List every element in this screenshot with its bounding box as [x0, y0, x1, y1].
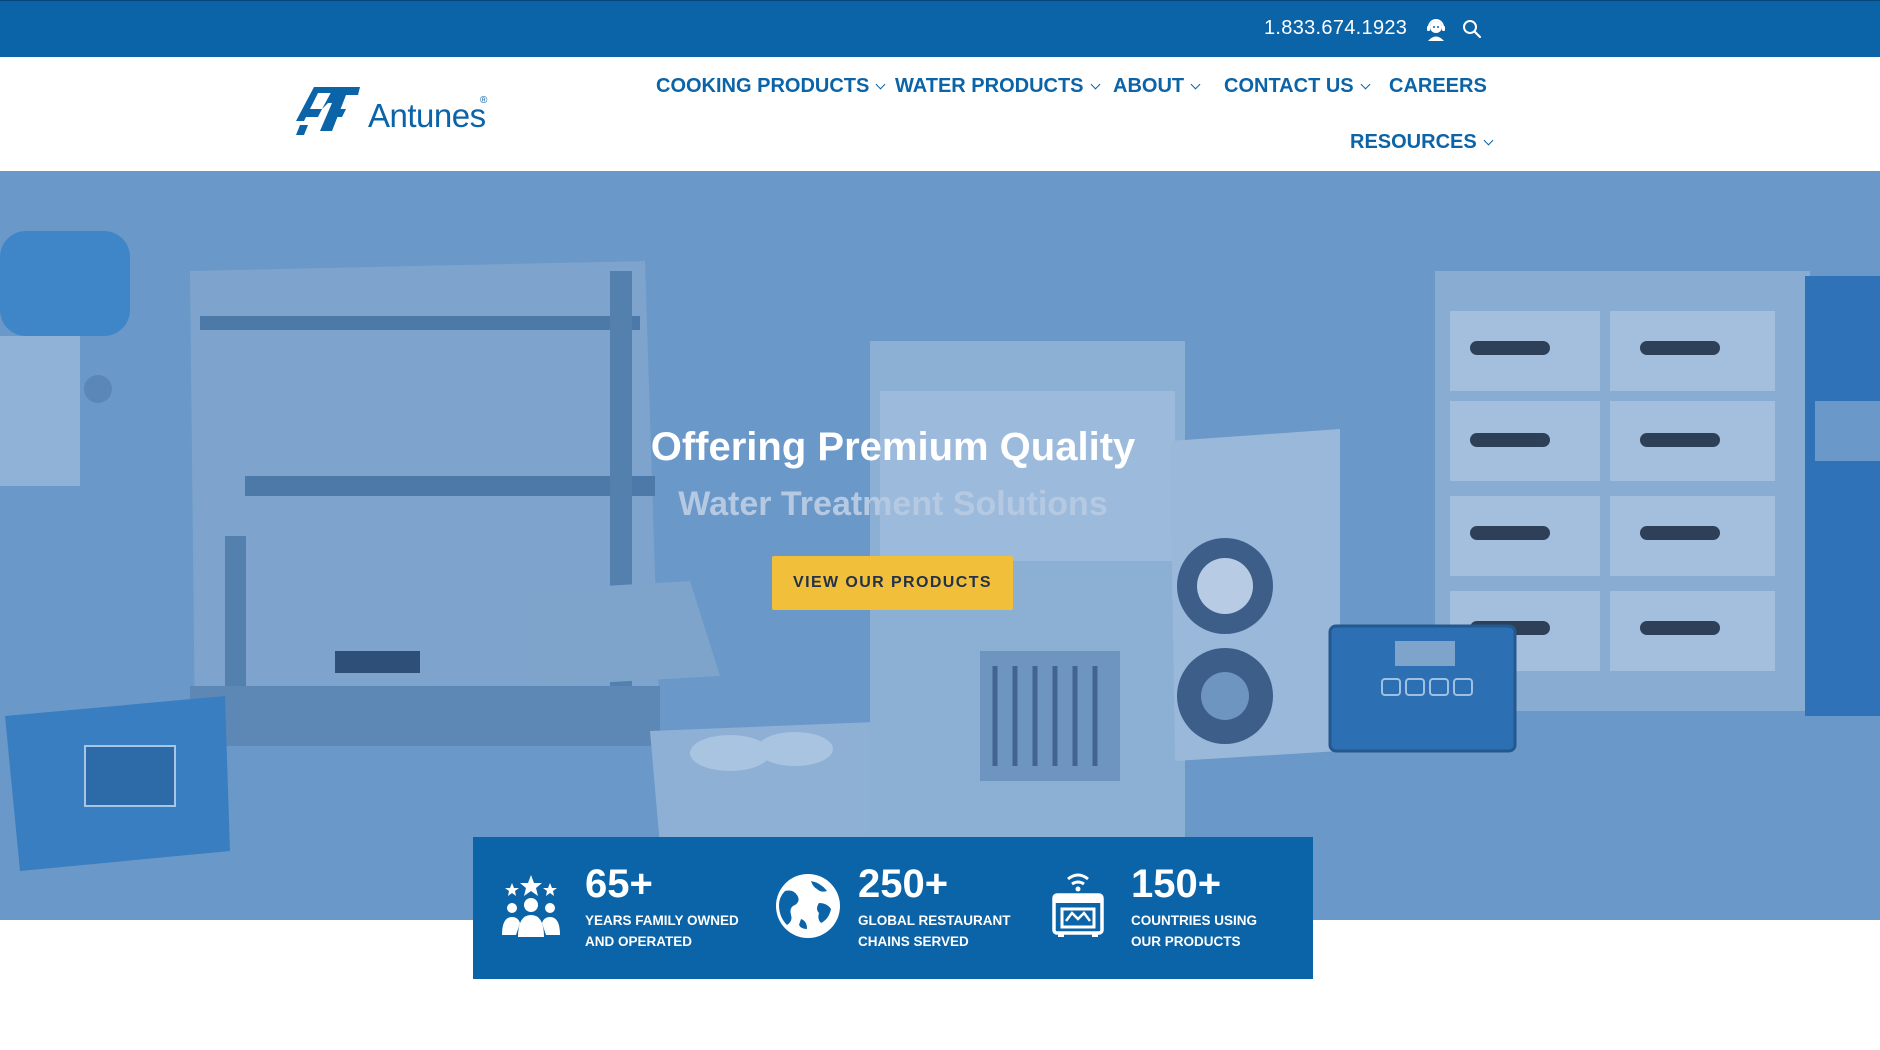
nav-water-products[interactable]: WATER PRODUCTS: [895, 75, 1100, 98]
globe-icon: [776, 874, 840, 938]
nav-about[interactable]: ABOUT: [1113, 75, 1201, 98]
registered-mark-icon: ®: [480, 95, 488, 106]
nav-contact-us[interactable]: CONTACT US: [1224, 75, 1371, 98]
stat-number: 150+: [1131, 862, 1222, 906]
stat-label-line: OUR PRODUCTS: [1131, 934, 1241, 949]
antunes-logo[interactable]: Antunes ®: [294, 83, 504, 143]
chevron-down-icon: [1090, 79, 1100, 90]
phone-number-link[interactable]: 1.833.674.1923: [1264, 17, 1407, 40]
stats-panel: 65+ YEARS FAMILY OWNED AND OPERATED 250+…: [473, 837, 1313, 979]
stat-label: GLOBAL RESTAURANT CHAINS SERVED: [858, 910, 1028, 952]
nav-label: CAREERS: [1389, 75, 1487, 97]
family-icon: [502, 875, 560, 937]
stat-label-line: AND OPERATED: [585, 934, 693, 949]
stat-label-line: CHAINS SERVED: [858, 934, 969, 949]
stat-restaurant-chains: 250+ GLOBAL RESTAURANT CHAINS SERVED: [753, 837, 1033, 979]
chevron-down-icon: [1483, 135, 1494, 146]
nav-label: ABOUT: [1113, 75, 1185, 97]
hero-product-lineup-image: [0, 171, 1880, 920]
logo-wordmark: Antunes: [368, 97, 486, 134]
main-header: Antunes ® COOKING PRODUCTS WATER PRODUCT…: [0, 57, 1880, 171]
kitchen-appliance-icon: [1052, 873, 1104, 937]
chevron-down-icon: [1190, 79, 1201, 90]
nav-label: RESOURCES: [1350, 131, 1477, 153]
hero-banner: Offering Premium Quality Water Treatment…: [0, 171, 1880, 920]
nav-label: WATER PRODUCTS: [895, 75, 1084, 97]
search-icon[interactable]: [1462, 19, 1482, 39]
stat-countries: 150+ COUNTRIES USING OUR PRODUCTS: [1026, 837, 1313, 979]
chevron-down-icon: [875, 79, 886, 90]
stat-label: YEARS FAMILY OWNED AND OPERATED: [585, 910, 755, 952]
nav-cooking-products[interactable]: COOKING PRODUCTS: [656, 75, 886, 98]
stat-label-line: YEARS FAMILY OWNED: [585, 913, 739, 928]
antunes-logo-mark-icon: [296, 87, 360, 135]
stat-number: 250+: [858, 862, 949, 906]
stat-label-line: GLOBAL RESTAURANT: [858, 913, 1011, 928]
stat-label-line: COUNTRIES USING: [1131, 913, 1258, 928]
user-support-icon[interactable]: [1424, 18, 1448, 42]
hero-title: Offering Premium Quality: [650, 425, 1136, 469]
nav-label: CONTACT US: [1224, 75, 1354, 97]
stat-years: 65+ YEARS FAMILY OWNED AND OPERATED: [473, 837, 753, 979]
chevron-down-icon: [1360, 79, 1371, 90]
stat-number: 65+: [585, 862, 653, 906]
stat-label: COUNTRIES USING OUR PRODUCTS: [1131, 910, 1301, 952]
nav-label: COOKING PRODUCTS: [656, 75, 870, 97]
top-utility-bar: 1.833.674.1923: [0, 0, 1880, 58]
nav-careers[interactable]: CAREERS: [1389, 75, 1487, 98]
view-products-button[interactable]: VIEW OUR PRODUCTS: [772, 556, 1013, 610]
hero-subtitle: Water Treatment Solutions: [678, 485, 1108, 523]
nav-resources[interactable]: RESOURCES: [1350, 131, 1494, 154]
